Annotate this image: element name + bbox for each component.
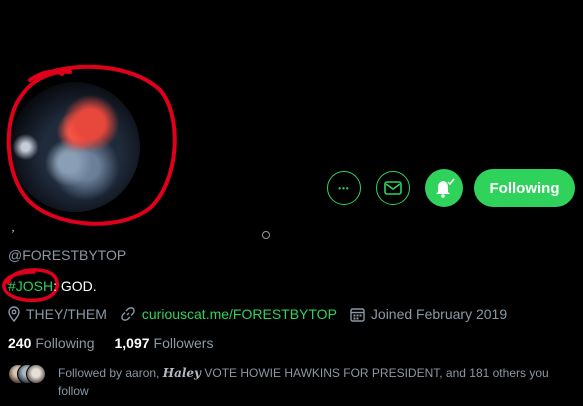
followed-by-prefix: Followed by aaron,: [58, 366, 163, 380]
bell-icon: [436, 178, 455, 198]
follow-counts: 240 Following 1,097 Followers: [8, 335, 233, 351]
location-item: THEY/THEM: [8, 306, 107, 322]
followed-by-avatars[interactable]: [8, 364, 46, 384]
message-button[interactable]: [376, 171, 410, 205]
location-text: THEY/THEM: [26, 306, 107, 322]
following-button[interactable]: Following: [474, 169, 575, 207]
following-count: 240: [8, 335, 32, 351]
joined-text: Joined February 2019: [370, 306, 508, 322]
bio-text: : GOD.: [53, 278, 97, 294]
calendar-icon: [350, 307, 365, 322]
profile-avatar[interactable]: [10, 82, 140, 212]
stray-dot: [262, 231, 270, 239]
following-label: Following: [35, 335, 95, 351]
followed-by-name: Haley: [162, 366, 202, 380]
bio-hashtag-link[interactable]: #JOSH: [8, 278, 53, 294]
profile-handle: @FORESTBYTOP: [8, 247, 127, 263]
following-count-link[interactable]: 240 Following: [8, 335, 95, 351]
followers-count: 1,097: [114, 335, 150, 351]
more-icon: •••: [338, 183, 350, 193]
profile-meta-row: THEY/THEM curiouscat.me/FORESTBYTOP Join…: [8, 306, 520, 322]
display-name: ﹐: [8, 223, 18, 234]
website-link[interactable]: curiouscat.me/FORESTBYTOP: [142, 306, 337, 322]
joined-item: Joined February 2019: [350, 306, 507, 322]
mail-icon: [384, 181, 402, 195]
followers-label: Followers: [153, 335, 214, 351]
more-options-button[interactable]: •••: [327, 171, 361, 205]
notifications-button[interactable]: [425, 169, 463, 207]
profile-bio: #JOSH: GOD.: [8, 278, 97, 294]
link-icon: [121, 307, 135, 321]
followed-by-text[interactable]: Followed by aaron, Haley VOTE HOWIE HAWK…: [58, 364, 576, 400]
followers-count-link[interactable]: 1,097 Followers: [115, 335, 214, 351]
website-item[interactable]: curiouscat.me/FORESTBYTOP: [120, 306, 337, 322]
location-icon: [8, 306, 20, 322]
avatar: [26, 364, 46, 384]
